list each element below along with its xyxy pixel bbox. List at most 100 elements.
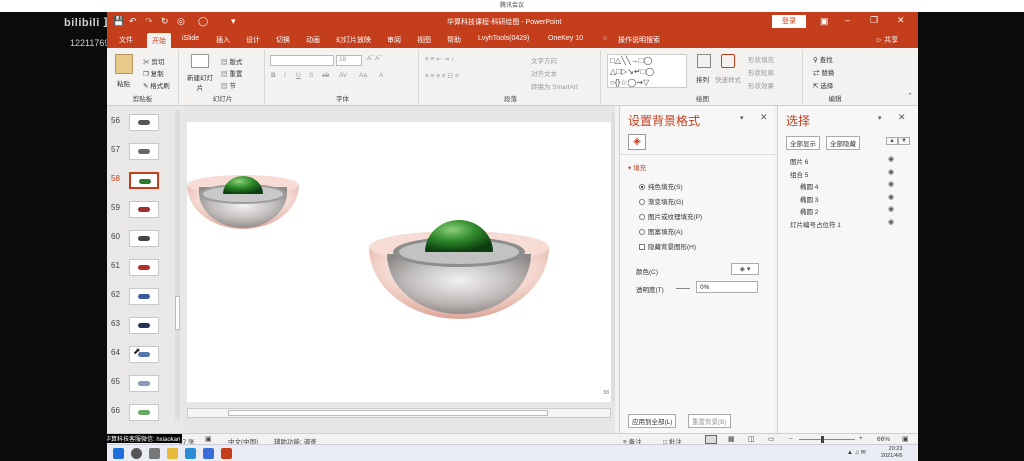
slide-thumbnail[interactable] <box>129 259 159 276</box>
color-picker-button[interactable]: ◈ ▾ <box>731 263 759 275</box>
normal-view-icon[interactable] <box>705 435 717 444</box>
powerpoint-taskbar-icon[interactable] <box>221 448 232 459</box>
tab-animations[interactable]: 动画 <box>306 35 320 45</box>
tab-lvyhtools[interactable]: LvyhTools(0429) <box>478 35 529 42</box>
close-icon[interactable]: ✕ <box>897 15 905 26</box>
new-slide-button[interactable]: 新建幻灯片 <box>187 72 213 92</box>
save-icon[interactable]: 💾 <box>113 16 124 27</box>
task-view-icon[interactable] <box>149 448 160 459</box>
tab-slideshow[interactable]: 幻灯片放映 <box>336 35 371 45</box>
redo-icon[interactable]: ↷ <box>145 16 153 27</box>
font-size-dropdown[interactable]: 18 <box>336 55 362 66</box>
hide-graphics-checkbox[interactable]: 隐藏背景图形(H) <box>639 241 696 251</box>
tab-home[interactable]: 开始 <box>147 33 171 48</box>
slide-thumbnail[interactable] <box>129 114 159 131</box>
transparency-slider[interactable] <box>676 288 690 289</box>
hide-all-button[interactable]: 全部隐藏 <box>826 136 860 150</box>
visibility-eye-icon[interactable]: ◉ <box>888 155 894 163</box>
find-button[interactable]: ⚲ 查找 <box>813 54 833 64</box>
smartart-button[interactable]: 转换为 SmartArt <box>531 81 578 91</box>
system-tray-icons[interactable]: ▲ ♫ ✉ <box>847 449 866 456</box>
collapse-ribbon-icon[interactable]: ⌃ <box>907 92 913 100</box>
tab-design[interactable]: 设计 <box>246 35 260 45</box>
search-icon[interactable] <box>131 448 142 459</box>
slide-canvas[interactable]: 58 <box>187 122 611 402</box>
quick-styles-button[interactable]: 快速样式 <box>715 74 741 84</box>
text-direction-button[interactable]: 文字方向 <box>531 55 557 65</box>
refresh-icon[interactable]: ↻ <box>161 16 169 27</box>
italic-button[interactable]: I <box>284 72 286 79</box>
meeting-app-icon[interactable] <box>203 448 214 459</box>
slide-thumbnail[interactable] <box>129 317 159 334</box>
zoom-in-icon[interactable]: + <box>859 435 863 442</box>
transparency-input[interactable]: 0% <box>696 281 758 293</box>
reset-background-button[interactable]: 重置背景(B) <box>688 414 731 428</box>
shadow-button[interactable]: S <box>309 72 313 79</box>
gradient-fill-radio[interactable]: 渐变填充(G) <box>639 196 683 206</box>
visibility-eye-icon[interactable]: ◉ <box>888 218 894 226</box>
fill-section-header[interactable]: ▾ 填充 <box>628 162 646 172</box>
sorter-view-icon[interactable]: ▦ <box>728 435 735 443</box>
grow-font-icon[interactable]: Aˆ Aˇ <box>367 55 381 62</box>
quick-styles-icon[interactable] <box>721 54 735 68</box>
select-button[interactable]: ⇱ 选择 <box>813 80 833 90</box>
visibility-eye-icon[interactable]: ◉ <box>888 168 894 176</box>
shape-icon[interactable]: ◯ <box>198 16 208 27</box>
editor-hscroll-thumb[interactable] <box>228 410 548 416</box>
apply-to-all-button[interactable]: 应用到全部(L) <box>628 414 677 428</box>
shapes-gallery[interactable]: □△╲╲→□◯ △□▷↘↵□◯ ○{}☆◯⇝▽ <box>607 54 687 88</box>
selection-item[interactable]: 灯片编号占位符 1 <box>790 219 841 229</box>
tab-review[interactable]: 审阅 <box>387 35 401 45</box>
undo-icon[interactable]: ↶ <box>129 16 137 27</box>
underline-button[interactable]: U <box>296 72 301 79</box>
show-all-button[interactable]: 全部显示 <box>786 136 820 150</box>
tab-transitions[interactable]: 切换 <box>276 35 290 45</box>
windows-start-icon[interactable] <box>113 448 124 459</box>
visibility-eye-icon[interactable]: ◉ <box>888 205 894 213</box>
bullets-icon[interactable]: ≡ ≡ ⇤ ⇥ ↕ <box>425 55 454 63</box>
selection-pane-close-icon[interactable]: ✕ <box>898 112 906 123</box>
tell-me-search[interactable]: 操作说明搜索 <box>618 35 660 45</box>
section-button[interactable]: ▤ 节 <box>221 80 236 90</box>
slide-thumbnail[interactable] <box>129 288 159 305</box>
solid-fill-radio[interactable]: 纯色填充(S) <box>639 181 683 191</box>
selection-item[interactable]: 椭圆 4 <box>800 181 818 191</box>
visibility-eye-icon[interactable]: ◉ <box>888 180 894 188</box>
send-backward-icon[interactable]: ▼ <box>898 137 910 145</box>
login-button[interactable]: 登录 <box>772 15 806 28</box>
replace-button[interactable]: ⇄ 替换 <box>813 67 834 77</box>
font-color-button[interactable]: A <box>379 72 383 79</box>
slide-thumbnail[interactable] <box>129 143 159 160</box>
shape-outline-button[interactable]: 形状轮廓 <box>748 67 774 77</box>
paste-button[interactable]: 粘贴 <box>117 78 130 88</box>
selection-item[interactable]: 组合 5 <box>790 169 808 179</box>
new-slide-icon[interactable] <box>191 54 209 68</box>
fill-bucket-icon[interactable]: ◈ <box>628 134 646 150</box>
large-hemisphere[interactable] <box>369 220 549 319</box>
ribbon-display-icon[interactable]: ▣ <box>820 16 829 27</box>
copy-button[interactable]: ❐ 复制 <box>143 68 164 78</box>
maximize-icon[interactable]: ❐ <box>870 15 878 26</box>
align-text-button[interactable]: 对齐文本 <box>531 68 557 78</box>
minimize-icon[interactable]: – <box>845 15 850 25</box>
case-button[interactable]: Aa <box>359 72 367 79</box>
share-button[interactable]: ☺ 共享 <box>875 35 898 45</box>
layout-button[interactable]: ▤ 版式 <box>221 56 242 66</box>
spellcheck-icon[interactable]: ▣ <box>205 435 212 443</box>
zoom-out-icon[interactable]: – <box>789 435 793 442</box>
format-painter-button[interactable]: ✎ 格式刷 <box>143 80 170 90</box>
shape-effects-button[interactable]: 形状效果 <box>748 80 774 90</box>
bold-button[interactable]: B <box>271 72 276 79</box>
bring-forward-icon[interactable]: ▲ <box>886 137 898 145</box>
selection-item[interactable]: 椭圆 2 <box>800 206 818 216</box>
file-explorer-icon[interactable] <box>167 448 178 459</box>
zoom-level[interactable]: 66% <box>877 436 890 443</box>
slide-thumbnail[interactable] <box>129 230 159 247</box>
zoom-slider-thumb[interactable] <box>821 436 824 443</box>
pattern-fill-radio[interactable]: 图案填充(A) <box>639 226 683 236</box>
selection-item[interactable]: 图片 6 <box>790 156 808 166</box>
picture-fill-radio[interactable]: 图片或纹理填充(P) <box>639 211 702 221</box>
slide-thumbnail[interactable] <box>129 201 159 218</box>
tab-help[interactable]: 帮助 <box>447 35 461 45</box>
shape-fill-button[interactable]: 形状填充 <box>748 54 774 64</box>
